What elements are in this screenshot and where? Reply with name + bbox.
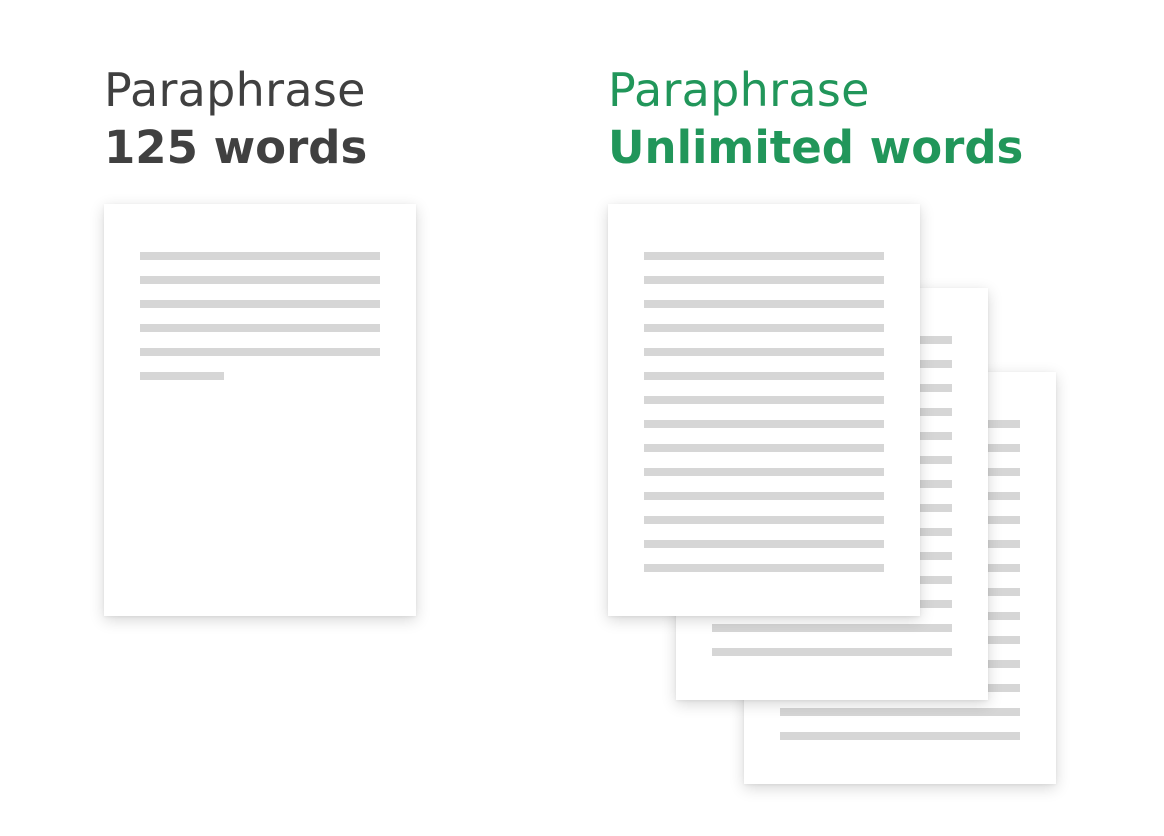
text-line-placeholder bbox=[644, 564, 884, 572]
text-line-placeholder bbox=[644, 396, 884, 404]
free-document-page bbox=[104, 204, 416, 616]
free-plan-heading: Paraphrase 125 words bbox=[104, 60, 367, 178]
document-text-lines bbox=[140, 252, 380, 396]
text-line-placeholder bbox=[644, 252, 884, 260]
free-plan-title: Paraphrase bbox=[104, 63, 366, 117]
premium-plan-title: Paraphrase bbox=[608, 63, 870, 117]
text-line-placeholder bbox=[644, 540, 884, 548]
text-line-placeholder bbox=[140, 300, 380, 308]
comparison-illustration: Paraphrase 125 words Paraphrase Unlimite… bbox=[0, 0, 1164, 836]
text-line-placeholder bbox=[644, 372, 884, 380]
text-line-placeholder bbox=[644, 444, 884, 452]
text-line-placeholder bbox=[140, 252, 380, 260]
text-line-placeholder bbox=[712, 624, 952, 632]
text-line-placeholder bbox=[140, 324, 380, 332]
text-line-placeholder bbox=[780, 708, 1020, 716]
text-line-placeholder bbox=[644, 468, 884, 476]
text-line-placeholder bbox=[644, 276, 884, 284]
text-line-placeholder bbox=[644, 516, 884, 524]
text-line-placeholder bbox=[644, 420, 884, 428]
text-line-placeholder bbox=[140, 276, 380, 284]
text-line-placeholder bbox=[644, 492, 884, 500]
text-line-placeholder bbox=[780, 732, 1020, 740]
text-line-placeholder bbox=[140, 372, 224, 380]
text-line-placeholder bbox=[644, 324, 884, 332]
premium-document-page-front bbox=[608, 204, 920, 616]
document-text-lines bbox=[644, 252, 884, 588]
text-line-placeholder bbox=[644, 348, 884, 356]
text-line-placeholder bbox=[644, 300, 884, 308]
premium-plan-heading: Paraphrase Unlimited words bbox=[608, 60, 1023, 178]
text-line-placeholder bbox=[140, 348, 380, 356]
free-plan-limit: 125 words bbox=[104, 121, 368, 174]
text-line-placeholder bbox=[712, 648, 952, 656]
premium-plan-limit: Unlimited words bbox=[608, 121, 1024, 174]
